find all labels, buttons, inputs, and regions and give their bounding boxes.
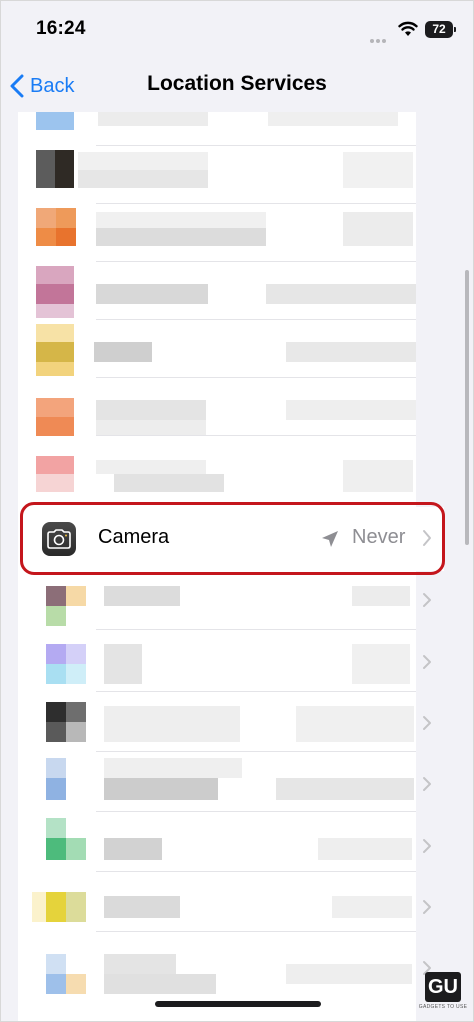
list-item[interactable]: [18, 874, 416, 932]
scroll-indicator[interactable]: [465, 270, 469, 545]
watermark-text: GADGETS TO USE: [418, 1004, 468, 1010]
signal-dots-icon: [370, 30, 392, 43]
battery-icon: 72: [425, 21, 456, 38]
home-indicator[interactable]: [155, 1001, 321, 1007]
navigation-bar: Back Location Services: [0, 60, 474, 112]
list-item[interactable]: [18, 694, 416, 752]
list-item[interactable]: [18, 754, 416, 812]
wifi-icon: [398, 21, 418, 36]
list-item[interactable]: [18, 320, 416, 378]
page-title: Location Services: [147, 72, 327, 95]
chevron-right-icon: [423, 655, 431, 669]
list-item[interactable]: [18, 378, 416, 436]
list-item[interactable]: [18, 934, 416, 994]
list-item[interactable]: [18, 634, 416, 692]
list-item[interactable]: [18, 146, 416, 204]
list-item[interactable]: [18, 436, 416, 494]
status-time: 16:24: [36, 18, 86, 39]
list-item[interactable]: [18, 262, 416, 320]
list-item[interactable]: [18, 572, 416, 630]
chevron-right-icon: [423, 716, 431, 730]
status-bar: 16:24 72: [0, 0, 474, 60]
chevron-right-icon: [423, 593, 431, 607]
list-item[interactable]: [18, 204, 416, 262]
chevron-right-icon: [423, 777, 431, 791]
chevron-right-icon: [423, 900, 431, 914]
list-item[interactable]: [18, 112, 416, 146]
list-item[interactable]: [18, 814, 416, 872]
highlight-box: [20, 502, 445, 575]
chevron-right-icon: [423, 839, 431, 853]
watermark-logo: GU GADGETS TO USE: [418, 972, 468, 1018]
watermark-logo-mark: GU: [425, 972, 461, 1002]
